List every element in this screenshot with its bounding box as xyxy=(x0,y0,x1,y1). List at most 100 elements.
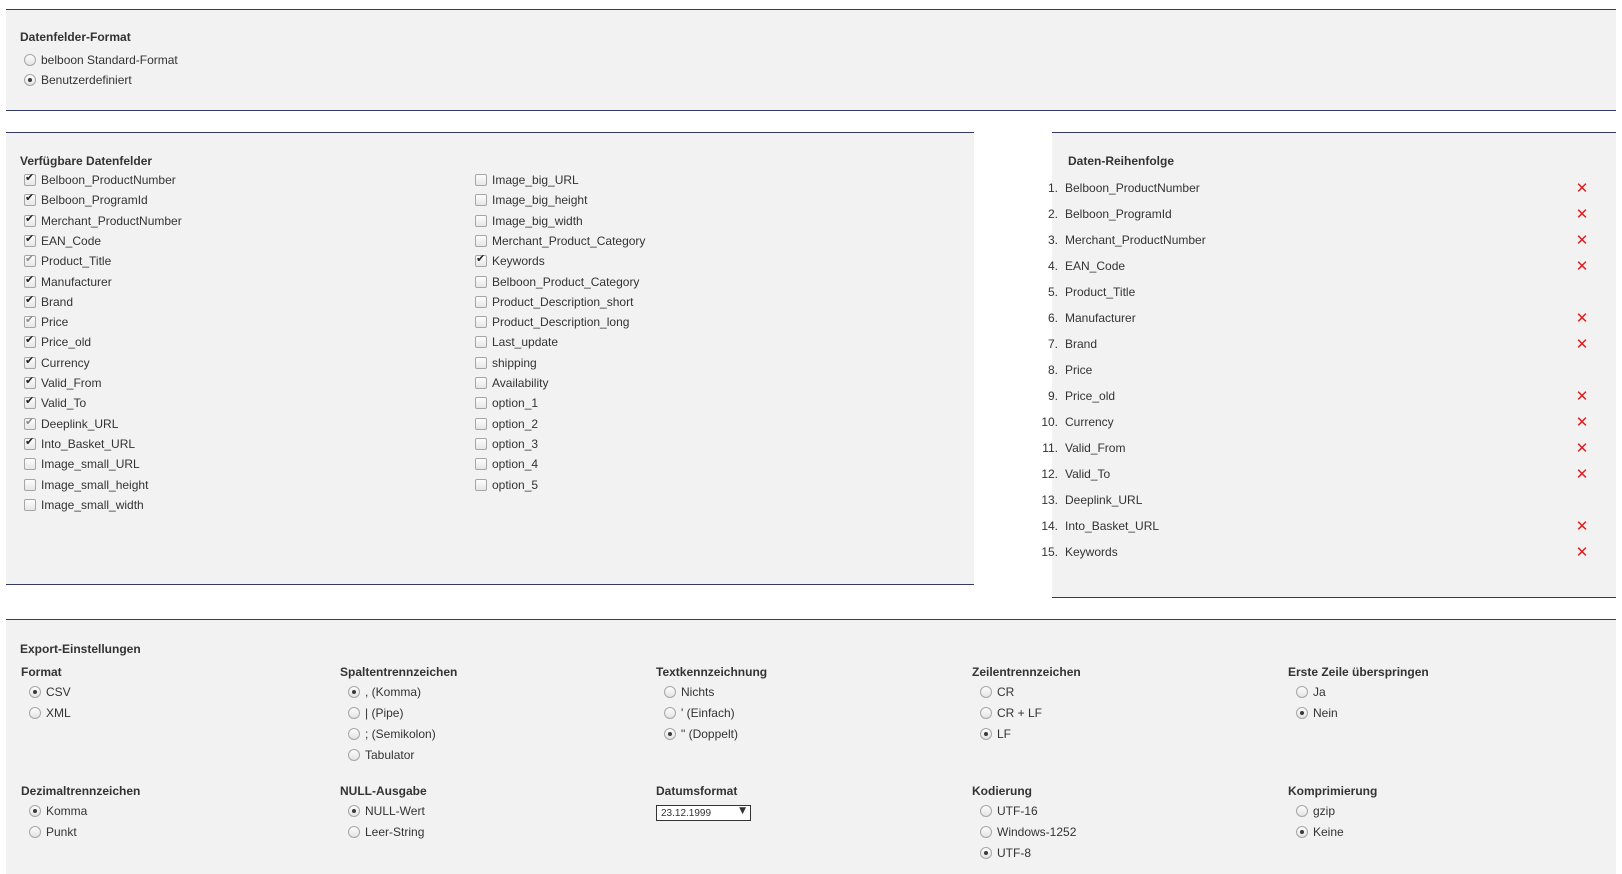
remove-icon[interactable]: ✕ xyxy=(1572,179,1592,197)
remove-icon[interactable]: ✕ xyxy=(1572,309,1592,327)
date-format-select[interactable]: 23.12.1999 ▼ xyxy=(656,805,751,821)
radio-button[interactable] xyxy=(664,728,676,740)
radio-button[interactable] xyxy=(1296,805,1308,817)
field-belboon-product-category[interactable]: Belboon_Product_Category xyxy=(475,272,639,292)
checkbox[interactable] xyxy=(24,333,36,349)
checkbox[interactable] xyxy=(24,394,36,410)
radio-button[interactable] xyxy=(348,826,360,838)
export-kodierung-utf-16[interactable]: UTF-16 xyxy=(980,801,1038,821)
field-option-5[interactable]: option_5 xyxy=(475,475,538,495)
field-product-description-short[interactable]: Product_Description_short xyxy=(475,292,633,312)
export-zeilen-cr-lf[interactable]: CR + LF xyxy=(980,703,1042,723)
export-komp-keine[interactable]: Keine xyxy=(1296,822,1344,842)
checkbox[interactable] xyxy=(24,458,36,471)
field-image-small-url[interactable]: Image_small_URL xyxy=(24,454,140,474)
checkbox[interactable] xyxy=(24,273,36,288)
radio-button[interactable] xyxy=(980,847,992,859)
remove-icon[interactable]: ✕ xyxy=(1572,335,1592,353)
field-product-title[interactable]: Product_Title xyxy=(24,251,111,271)
field-belboon-programid[interactable]: Belboon_ProgramId xyxy=(24,190,148,210)
export-format-xml[interactable]: XML xyxy=(29,703,71,723)
format-option-belboon-standard-format[interactable]: belboon Standard-Format xyxy=(24,50,178,70)
remove-icon[interactable]: ✕ xyxy=(1572,231,1592,249)
radio-button[interactable] xyxy=(348,728,360,740)
remove-icon[interactable]: ✕ xyxy=(1572,517,1592,535)
radio-button[interactable] xyxy=(980,826,992,838)
checkbox[interactable] xyxy=(24,232,36,247)
field-last-update[interactable]: Last_update xyxy=(475,332,558,352)
checkbox[interactable] xyxy=(24,415,36,430)
export-dezimal-punkt[interactable]: Punkt xyxy=(29,822,77,842)
field-valid-to[interactable]: Valid_To xyxy=(24,393,86,413)
checkbox[interactable] xyxy=(475,214,487,227)
radio-button[interactable] xyxy=(980,686,992,698)
radio-button[interactable] xyxy=(348,749,360,761)
field-valid-from[interactable]: Valid_From xyxy=(24,373,101,393)
checkbox[interactable] xyxy=(24,252,36,268)
checkbox[interactable] xyxy=(24,374,36,389)
checkbox[interactable] xyxy=(475,417,487,430)
export-komp-gzip[interactable]: gzip xyxy=(1296,801,1335,821)
checkbox[interactable] xyxy=(475,275,487,288)
field-option-4[interactable]: option_4 xyxy=(475,454,538,474)
export-null-leer-string[interactable]: Leer-String xyxy=(348,822,424,842)
remove-icon[interactable]: ✕ xyxy=(1572,413,1592,431)
remove-icon[interactable]: ✕ xyxy=(1572,465,1592,483)
radio-button[interactable] xyxy=(24,74,36,86)
checkbox[interactable] xyxy=(475,194,487,207)
export-format-csv[interactable]: CSV xyxy=(29,682,71,702)
export-text-nichts[interactable]: Nichts xyxy=(664,682,714,702)
export-zeilen-cr[interactable]: CR xyxy=(980,682,1014,702)
checkbox[interactable] xyxy=(475,458,487,471)
checkbox[interactable] xyxy=(475,252,487,268)
export-null-null-wert[interactable]: NULL-Wert xyxy=(348,801,425,821)
export-spalten-semikolon[interactable]: ; (Semikolon) xyxy=(348,724,436,744)
checkbox[interactable] xyxy=(475,356,487,369)
radio-button[interactable] xyxy=(1296,707,1308,719)
field-brand[interactable]: Brand xyxy=(24,292,73,312)
checkbox[interactable] xyxy=(24,212,36,227)
radio-button[interactable] xyxy=(664,686,676,698)
field-merchant-productnumber[interactable]: Merchant_ProductNumber xyxy=(24,211,182,231)
radio-button[interactable] xyxy=(24,54,36,66)
radio-button[interactable] xyxy=(29,707,41,719)
export-erste-nein[interactable]: Nein xyxy=(1296,703,1338,723)
field-option-3[interactable]: option_3 xyxy=(475,434,538,454)
checkbox[interactable] xyxy=(475,478,487,491)
radio-button[interactable] xyxy=(980,707,992,719)
checkbox[interactable] xyxy=(24,354,36,369)
field-merchant-product-category[interactable]: Merchant_Product_Category xyxy=(475,231,645,251)
export-spalten-komma[interactable]: , (Komma) xyxy=(348,682,421,702)
radio-button[interactable] xyxy=(29,826,41,838)
field-product-description-long[interactable]: Product_Description_long xyxy=(475,312,629,332)
checkbox[interactable] xyxy=(24,191,36,207)
field-price[interactable]: Price xyxy=(24,312,68,332)
export-text-doppelt[interactable]: " (Doppelt) xyxy=(664,724,738,744)
field-into-basket-url[interactable]: Into_Basket_URL xyxy=(24,434,135,454)
checkbox[interactable] xyxy=(24,293,36,308)
field-image-big-width[interactable]: Image_big_width xyxy=(475,211,583,231)
checkbox[interactable] xyxy=(475,437,487,450)
radio-button[interactable] xyxy=(664,707,676,719)
checkbox[interactable] xyxy=(475,234,487,247)
field-ean-code[interactable]: EAN_Code xyxy=(24,231,101,251)
export-dezimal-komma[interactable]: Komma xyxy=(29,801,87,821)
checkbox[interactable] xyxy=(475,316,487,329)
remove-icon[interactable]: ✕ xyxy=(1572,543,1592,561)
export-spalten-tabulator[interactable]: Tabulator xyxy=(348,745,414,765)
checkbox[interactable] xyxy=(475,336,487,349)
field-image-small-height[interactable]: Image_small_height xyxy=(24,475,148,495)
checkbox[interactable] xyxy=(24,171,36,186)
export-text-einfach[interactable]: ' (Einfach) xyxy=(664,703,735,723)
radio-button[interactable] xyxy=(348,805,360,817)
field-image-big-height[interactable]: Image_big_height xyxy=(475,190,587,210)
checkbox[interactable] xyxy=(24,478,36,491)
field-availability[interactable]: Availability xyxy=(475,373,548,393)
checkbox[interactable] xyxy=(475,174,487,186)
export-spalten-pipe[interactable]: | (Pipe) xyxy=(348,703,403,723)
field-option-2[interactable]: option_2 xyxy=(475,414,538,434)
radio-button[interactable] xyxy=(1296,686,1308,698)
export-erste-ja[interactable]: Ja xyxy=(1296,682,1326,702)
checkbox[interactable] xyxy=(475,377,487,389)
radio-button[interactable] xyxy=(980,805,992,817)
